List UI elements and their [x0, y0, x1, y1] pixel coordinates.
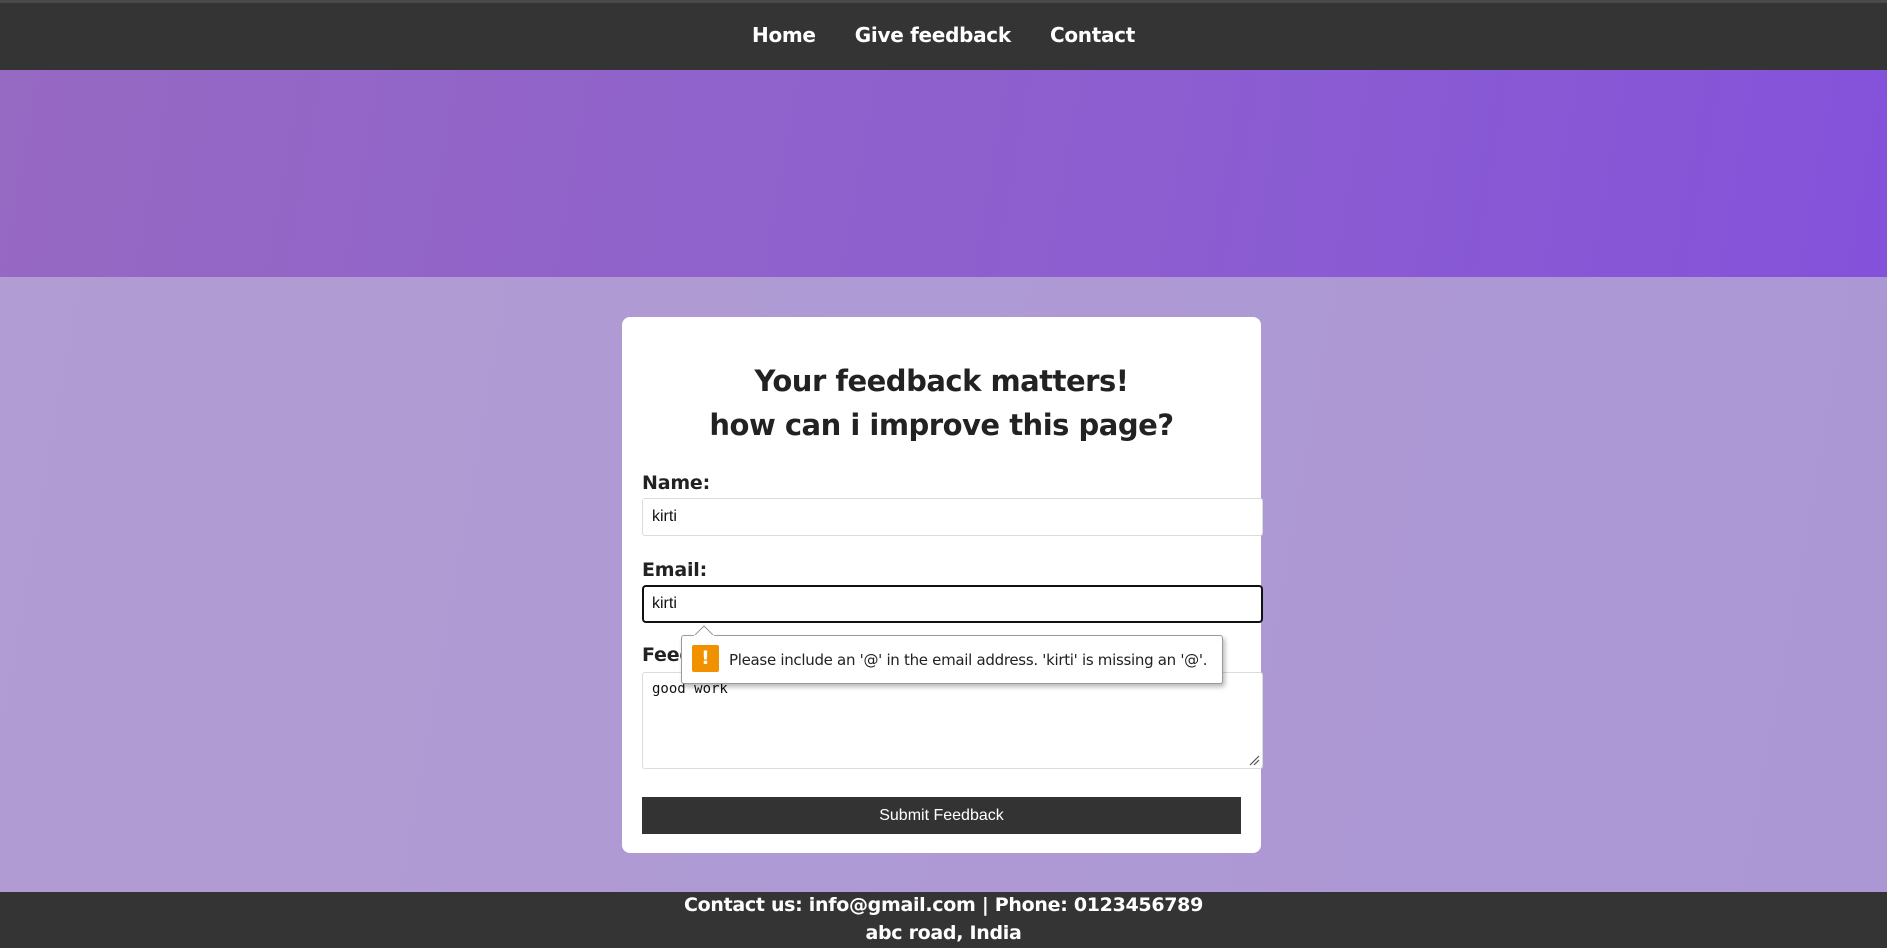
hero-banner — [0, 70, 1887, 277]
footer-contact-line: Contact us: info@gmail.com | Phone: 0123… — [683, 894, 1204, 916]
validation-message: Please include an '@' in the email addre… — [729, 651, 1208, 669]
footer: Contact us: info@gmail.com | Phone: 0123… — [0, 892, 1887, 948]
warning-icon: ! — [692, 645, 719, 672]
feedback-form-card: Your feedback matters! how can i improve… — [622, 317, 1263, 853]
email-validation-tooltip: ! Please include an '@' in the email add… — [681, 625, 1223, 684]
name-label: Name: — [642, 472, 711, 494]
nav-menu: Home Give feedback Contact — [0, 23, 1887, 47]
submit-feedback-button[interactable]: Submit Feedback — [642, 797, 1241, 834]
nav-link-home[interactable]: Home — [752, 23, 816, 47]
feedback-textarea[interactable]: good work — [642, 672, 1263, 769]
nav-link-contact[interactable]: Contact — [1050, 23, 1135, 47]
resize-grip-icon[interactable] — [1248, 754, 1260, 766]
form-heading-line1: Your feedback matters! — [754, 364, 1129, 398]
footer-address-line: abc road, India — [865, 922, 1022, 944]
email-input[interactable]: kirti — [642, 585, 1263, 623]
form-heading-line2: how can i improve this page? — [709, 408, 1174, 442]
top-navigation-bar: Home Give feedback Contact — [0, 0, 1887, 70]
form-heading: Your feedback matters! how can i improve… — [622, 359, 1261, 447]
nav-link-give-feedback[interactable]: Give feedback — [855, 23, 1011, 47]
name-input[interactable]: kirti — [642, 498, 1263, 536]
email-label: Email: — [642, 559, 708, 581]
tooltip-arrow-icon — [694, 625, 714, 636]
